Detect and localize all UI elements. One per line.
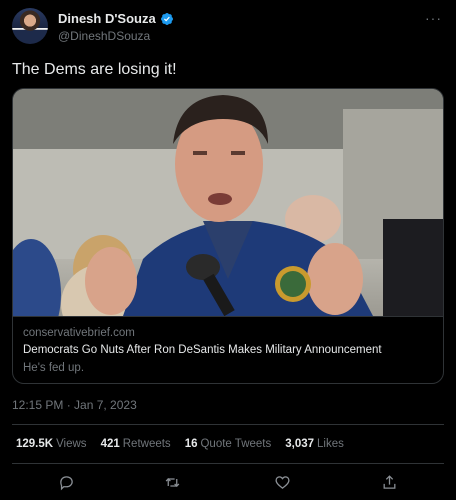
more-icon[interactable]: ···: [425, 10, 442, 26]
retweets-stat[interactable]: 421 Retweets: [101, 438, 171, 450]
action-bar: [0, 470, 456, 494]
card-title[interactable]: Democrats Go Nuts After Ron DeSantis Mak…: [23, 344, 382, 356]
views-stat[interactable]: 129.5K Views: [16, 438, 87, 450]
likes-label: Likes: [317, 438, 344, 450]
share-button[interactable]: [377, 470, 401, 494]
quotes-count: 16: [184, 438, 198, 450]
retweet-button[interactable]: [160, 470, 184, 494]
author-handle[interactable]: @DineshDSouza: [58, 29, 150, 43]
quote-tweets-stat[interactable]: 16 Quote Tweets: [185, 438, 272, 450]
card-photo-illustration: [13, 89, 443, 316]
author-name-row: Dinesh D'Souza: [58, 11, 174, 26]
retweet-icon: [165, 477, 179, 487]
card-meta: conservativebrief.com Democrats Go Nuts …: [13, 316, 443, 383]
tweet-text: The Dems are losing it!: [12, 61, 177, 78]
likes-count: 3,037: [285, 438, 315, 450]
likes-stat[interactable]: 3,037 Likes: [285, 438, 344, 450]
reply-button[interactable]: [54, 470, 78, 494]
link-card[interactable]: conservativebrief.com Democrats Go Nuts …: [12, 88, 444, 384]
author-name[interactable]: Dinesh D'Souza: [58, 11, 156, 26]
engagement-stats: 129.5K Views 421 Retweets 16 Quote Tweets 3…: [16, 438, 344, 450]
tweet-timestamp[interactable]: 12:15 PM · Jan 7, 2023: [12, 398, 137, 412]
avatar[interactable]: [12, 8, 48, 44]
like-button[interactable]: [270, 470, 294, 494]
verified-badge-icon: [160, 12, 173, 25]
card-domain: conservativebrief.com: [23, 327, 135, 339]
views-count: 129.5K: [16, 438, 54, 450]
divider: [12, 463, 444, 464]
retweets-label: Retweets: [122, 438, 171, 450]
card-image: [13, 89, 443, 316]
tweet-header: Dinesh D'Souza @DineshDSouza ···: [12, 8, 444, 50]
quotes-label: Quote Tweets: [200, 438, 272, 450]
views-label: Views: [56, 438, 87, 450]
card-description: He's fed up.: [23, 362, 85, 374]
reply-icon: [59, 475, 73, 490]
share-icon: [383, 474, 395, 489]
heart-icon: [274, 475, 290, 489]
divider: [12, 424, 444, 425]
retweets-count: 421: [100, 438, 120, 450]
